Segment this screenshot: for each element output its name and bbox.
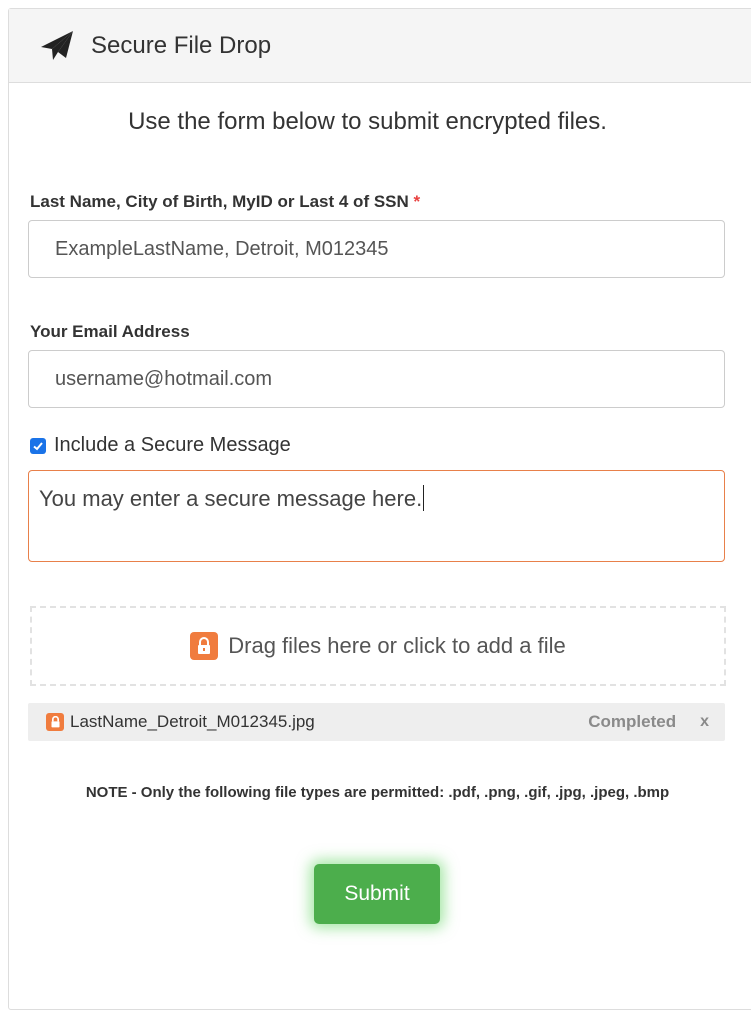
panel-title: Secure File Drop xyxy=(91,31,272,59)
secure-message-toggle[interactable]: Include a Secure Message xyxy=(30,434,291,457)
email-label: Your Email Address xyxy=(30,322,190,341)
checkmark-icon xyxy=(33,441,43,450)
secure-message-label: Include a Secure Message xyxy=(54,434,291,456)
identity-label: Last Name, City of Birth, MyID or Last 4… xyxy=(30,192,420,212)
file-remove-button[interactable]: x xyxy=(700,713,709,731)
identity-label-text: Last Name, City of Birth, MyID or Last 4… xyxy=(30,192,409,211)
file-status: Completed xyxy=(588,712,677,731)
email-input-value: username@hotmail.com xyxy=(55,367,273,390)
email-input[interactable]: username@hotmail.com xyxy=(28,350,725,408)
panel-header: Secure File Drop xyxy=(9,9,751,83)
file-lock-icon xyxy=(46,713,64,731)
secure-message-textarea[interactable]: You may enter a secure message here. xyxy=(28,470,725,562)
paper-plane-icon xyxy=(39,30,75,62)
text-caret xyxy=(423,485,425,511)
identity-input[interactable]: ExampleLastName, Detroit, M012345 xyxy=(28,220,725,278)
submit-button[interactable]: Submit xyxy=(314,864,440,924)
secure-message-text: You may enter a secure message here. xyxy=(39,486,423,511)
file-name: LastName_Detroit_M012345.jpg xyxy=(70,712,315,731)
uploaded-file-row: LastName_Detroit_M012345.jpg Completed x xyxy=(28,703,725,741)
identity-input-value: ExampleLastName, Detroit, M012345 xyxy=(55,237,389,260)
required-marker: * xyxy=(413,192,421,211)
file-types-note: NOTE - Only the following file types are… xyxy=(85,784,670,801)
file-dropzone[interactable]: Drag files here or click to add a file xyxy=(30,606,726,686)
dropzone-text: Drag files here or click to add a file xyxy=(228,633,566,658)
lock-icon xyxy=(190,632,219,660)
intro-text: Use the form below to submit encrypted f… xyxy=(128,108,607,135)
secure-message-checkbox[interactable] xyxy=(30,437,46,454)
